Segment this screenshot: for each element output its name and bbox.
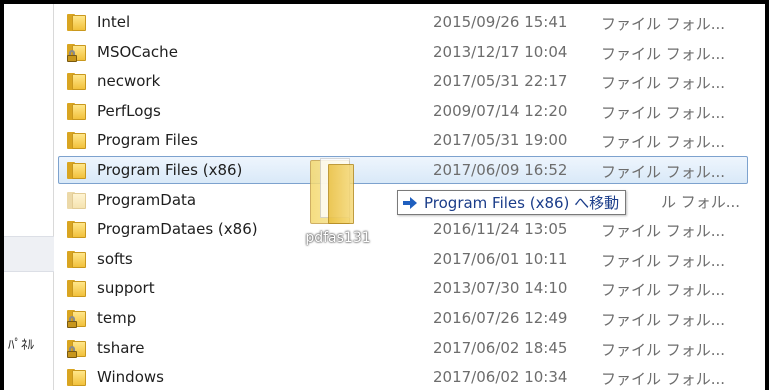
locked-folder-icon (67, 339, 87, 358)
folder-icon (67, 102, 87, 120)
file-date-modified: 2013/12/17 10:04 (433, 42, 568, 61)
file-row[interactable]: MSOCache 2013/12/17 10:04 ファイル フォル... (58, 38, 748, 66)
file-type: ファイル フォル... (601, 74, 726, 93)
file-row[interactable]: necwork 2017/05/31 22:17 ファイル フォル... (58, 67, 748, 95)
file-type: ファイル フォル... (601, 103, 726, 122)
file-name: Intel (97, 13, 131, 31)
file-name: Program Files (97, 131, 198, 150)
file-date-modified: 2017/06/02 10:34 (433, 368, 568, 387)
file-row[interactable]: Intel 2015/09/26 15:41 ファイル フォル... (58, 8, 748, 36)
file-name: temp (97, 309, 137, 327)
folder-icon (67, 250, 87, 268)
file-row[interactable]: temp 2016/07/26 12:49 ファイル フォル... (58, 304, 748, 332)
folder-icon (67, 369, 87, 387)
file-type: ファイル フォル... (601, 311, 726, 329)
folder-icon (67, 73, 87, 91)
lock-icon (67, 345, 77, 358)
file-type: ファイル フォル... (601, 370, 726, 389)
file-row[interactable]: softs 2017/06/01 10:11 ファイル フォル... (58, 245, 748, 273)
file-date-modified: 2015/09/26 15:41 (433, 13, 568, 31)
window-border-right (765, 0, 769, 390)
navigation-pane[interactable]: ﾊﾟﾈﾙ (4, 4, 54, 390)
locked-folder-icon (67, 43, 87, 62)
file-date-modified: 2013/07/30 14:10 (433, 279, 568, 298)
folder-icon (67, 14, 87, 31)
file-row[interactable]: PerfLogs 2009/07/14 12:20 ファイル フォル... (58, 97, 748, 125)
file-date-modified: 2009/07/14 12:20 (433, 101, 568, 120)
file-type: ファイル フォル... (601, 222, 726, 241)
folder-icon (67, 162, 87, 179)
file-type: ファイル フォル... (601, 15, 726, 33)
file-row[interactable]: tshare 2017/06/02 18:45 ファイル フォル... (58, 334, 748, 362)
window-border-top (0, 0, 769, 4)
file-date-modified: 2016/11/24 13:05 (433, 220, 568, 239)
file-row[interactable]: Program Files 2017/05/31 19:00 ファイル フォル... (58, 126, 748, 154)
drag-ghost: pdfas131 (300, 158, 376, 258)
dragged-folder-icon (310, 158, 354, 224)
folder-icon (67, 132, 87, 150)
file-type: ファイル フォル... (601, 281, 726, 300)
file-name: ProgramData (97, 190, 197, 209)
lock-icon (67, 316, 77, 328)
file-type: ファイル フォル... (601, 251, 726, 270)
file-type: ファイル フォル... (601, 44, 726, 63)
file-type: ファイル フォル... (601, 133, 726, 152)
file-date-modified: 2017/06/09 16:52 (433, 161, 568, 179)
file-row[interactable]: Windows 2017/06/02 10:34 ファイル フォル... (58, 363, 748, 390)
file-date-modified: 2016/07/26 12:49 (433, 309, 568, 327)
file-date-modified: 2017/06/01 10:11 (433, 249, 568, 268)
file-name: softs (97, 249, 133, 268)
folder-icon (67, 280, 87, 298)
file-name: ProgramDataes (x86) (97, 220, 258, 239)
folder-icon (67, 221, 87, 239)
file-name: necwork (97, 72, 161, 91)
folder-icon (67, 191, 87, 209)
file-row[interactable]: ProgramDataes (x86) 2016/11/24 13:05 ファイル … (58, 215, 748, 243)
locked-folder-icon (67, 310, 87, 328)
file-type: ル フォル... (661, 192, 741, 211)
file-name: PerfLogs (97, 101, 161, 120)
file-row[interactable]: support 2013/07/30 14:10 ファイル フォル... (58, 274, 748, 302)
file-name: support (97, 279, 155, 298)
arrow-right-icon (402, 196, 418, 210)
file-type: ファイル フォル... (601, 340, 726, 359)
file-name: Windows (97, 368, 164, 387)
drop-target-tooltip: Program Files (x86) へ移動 (397, 190, 627, 215)
lock-icon (67, 49, 77, 62)
file-name: tshare (97, 338, 145, 357)
file-name: Program Files (x86) (97, 161, 243, 179)
file-type: ファイル フォル... (601, 163, 726, 181)
navigation-pane-divider (4, 236, 54, 272)
drag-ghost-label: pdfas131 (305, 230, 371, 246)
file-date-modified: 2017/06/02 18:45 (433, 338, 568, 357)
file-name: MSOCache (97, 42, 178, 61)
navigation-item-label[interactable]: ﾊﾟﾈﾙ (8, 334, 52, 353)
file-row[interactable]: Program Files (x86) 2017/06/09 16:52 ファイル … (58, 156, 748, 184)
file-date-modified: 2017/05/31 19:00 (433, 131, 568, 150)
file-date-modified: 2017/05/31 22:17 (433, 72, 568, 91)
explorer-window: ﾊﾟﾈﾙ Intel 2015/09/26 15:41 ファイル フォル... MSO… (0, 0, 769, 390)
drop-target-text: Program Files (x86) へ移動 (424, 194, 620, 212)
